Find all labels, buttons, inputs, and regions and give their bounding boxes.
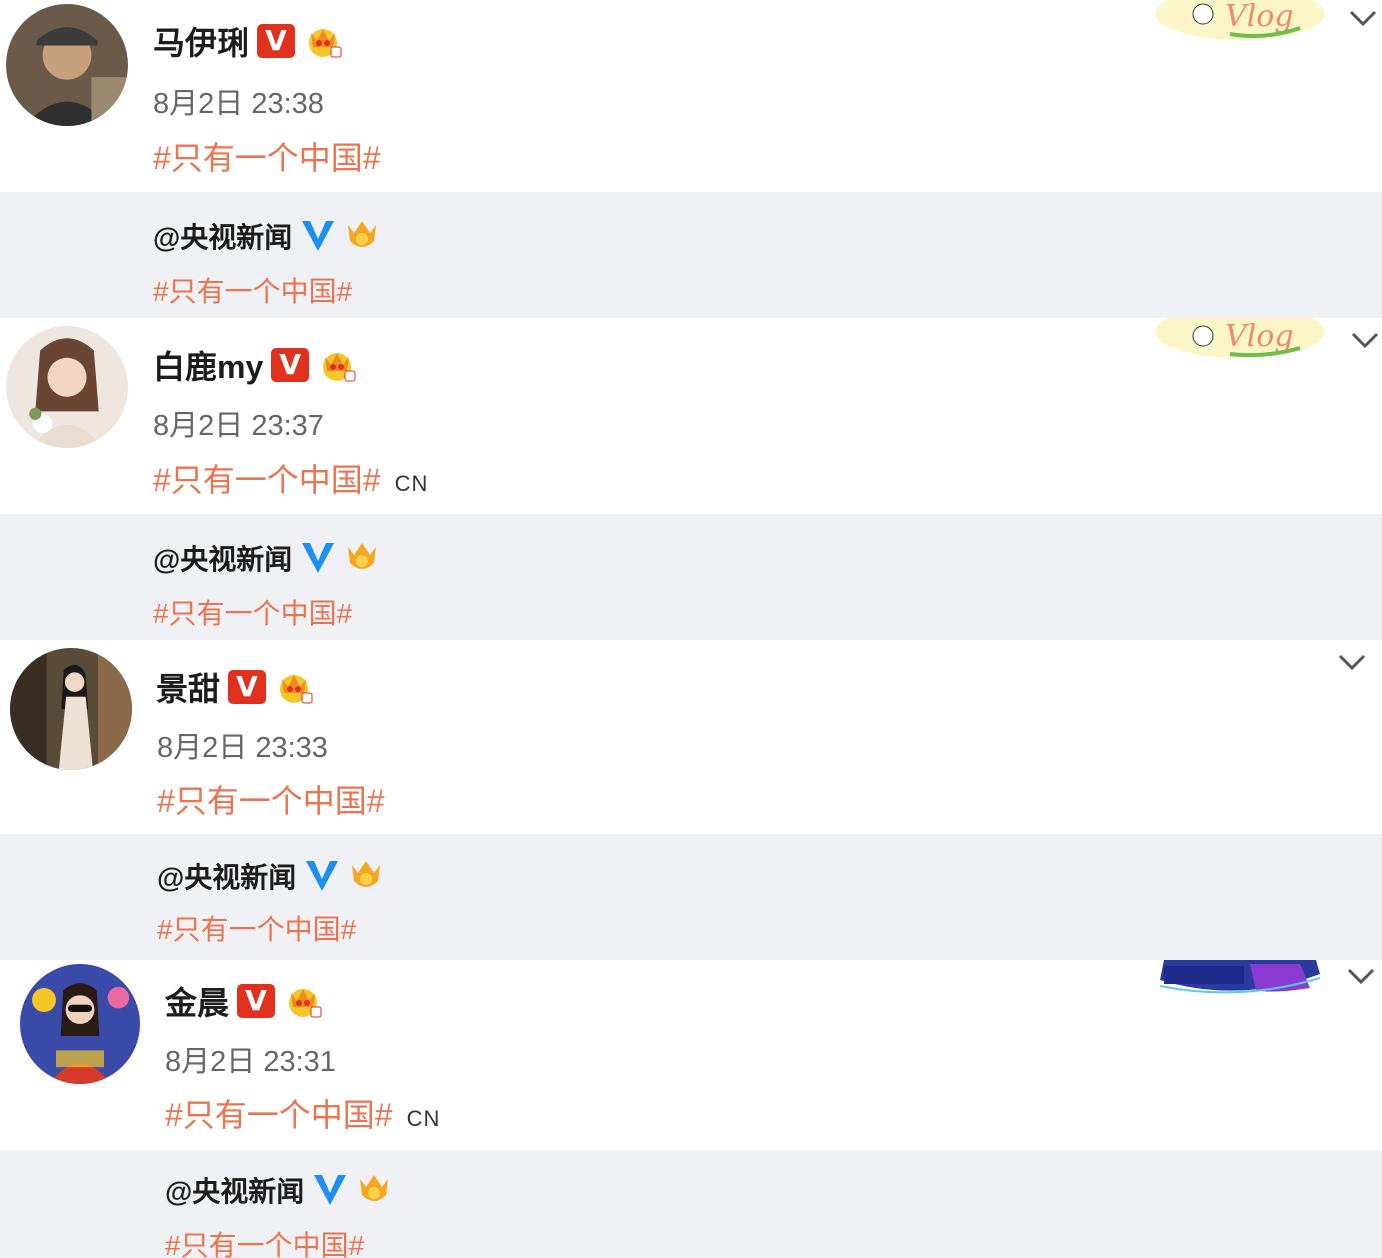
hashtag-text[interactable]: #只有一个中国# xyxy=(165,1090,393,1136)
cn-suffix: CN xyxy=(406,1106,441,1131)
repost-hashtag[interactable]: #只有一个中国# xyxy=(157,908,356,948)
blue-v-verified-icon xyxy=(306,861,339,891)
repost-author[interactable]: @央视新闻 xyxy=(153,216,380,256)
repost-author-label: @央视新闻 xyxy=(157,862,297,893)
gold-badge-icon xyxy=(360,1175,389,1201)
author-label: 金晨 xyxy=(165,985,230,1021)
member-crown-icon xyxy=(280,675,313,704)
verified-v-badge-icon: V xyxy=(228,670,267,704)
repost-card[interactable]: @央视新闻 #只有一个中国# xyxy=(0,1150,1382,1258)
avatar[interactable] xyxy=(6,4,128,126)
repost-hashtag[interactable]: #只有一个中国# xyxy=(165,1224,364,1258)
post-time[interactable]: 8月2日 23:37 xyxy=(153,402,324,444)
repost-author[interactable]: @央视新闻 xyxy=(165,1170,392,1210)
repost-author-label: @央视新闻 xyxy=(153,222,293,253)
chevron-down-icon[interactable] xyxy=(1346,966,1376,986)
blue-v-verified-icon xyxy=(314,1175,347,1205)
hashtag-text[interactable]: #只有一个中国# xyxy=(153,455,381,501)
member-crown-icon xyxy=(289,989,322,1018)
repost-hashtag[interactable]: #只有一个中国# xyxy=(153,592,352,632)
post-time[interactable]: 8月2日 23:33 xyxy=(157,724,328,766)
post-card: 金晨 V 8月2日 23:31 #只有一个中国# CN xyxy=(0,960,1382,1150)
svg-text:Vlog: Vlog xyxy=(1225,319,1294,354)
verified-v-badge-icon: V xyxy=(271,348,310,382)
repost-author-label: @央视新闻 xyxy=(153,544,293,575)
repost-card[interactable]: @央视新闻 #只有一个中国# xyxy=(0,834,1382,960)
author-label: 景甜 xyxy=(156,671,221,707)
post-card: 白鹿my V 8月2日 23:37 #只有一个中国# CN Vlog xyxy=(0,318,1382,514)
svg-text:Vlog: Vlog xyxy=(1225,0,1294,34)
gold-badge-icon xyxy=(348,543,377,569)
hashtag-link[interactable]: #只有一个中国# xyxy=(157,776,385,822)
member-crown-icon xyxy=(309,29,342,58)
member-crown-icon xyxy=(323,353,356,382)
chevron-down-icon[interactable] xyxy=(1350,330,1380,350)
author-name[interactable]: 景甜 V xyxy=(156,664,314,710)
verified-v-badge-icon: V xyxy=(257,24,296,58)
hashtag-text[interactable]: #只有一个中国# xyxy=(153,133,381,179)
chevron-down-icon[interactable] xyxy=(1337,652,1367,672)
post-time[interactable]: 8月2日 23:31 xyxy=(165,1038,336,1080)
avatar[interactable] xyxy=(10,648,132,770)
hashtag-link[interactable]: #只有一个中国# CN xyxy=(153,455,428,501)
repost-hashtag[interactable]: #只有一个中国# xyxy=(153,270,352,310)
carnival-banner-sticker-icon xyxy=(1160,960,1321,994)
repost-card[interactable]: @央视新闻 #只有一个中国# xyxy=(0,514,1382,640)
hashtag-link[interactable]: #只有一个中国# xyxy=(153,133,381,179)
post-card: 马伊琍 V 8月2日 23:38 #只有一个中国# Vlog xyxy=(0,0,1382,192)
author-name[interactable]: 白鹿my V xyxy=(153,342,357,388)
avatar[interactable] xyxy=(20,964,140,1084)
post-card: 景甜 V 8月2日 23:33 #只有一个中国# xyxy=(0,640,1382,834)
repost-card[interactable]: @央视新闻 #只有一个中国# xyxy=(0,192,1382,318)
author-label: 白鹿my xyxy=(153,349,264,385)
repost-author[interactable]: @央视新闻 xyxy=(153,538,380,578)
vlog-sticker-icon: Vlog xyxy=(1155,0,1325,40)
repost-author[interactable]: @央视新闻 xyxy=(157,856,384,896)
repost-author-label: @央视新闻 xyxy=(165,1176,305,1207)
gold-badge-icon xyxy=(352,861,381,887)
author-label: 马伊琍 xyxy=(153,25,250,61)
author-name[interactable]: 金晨 V xyxy=(165,978,323,1024)
author-name[interactable]: 马伊琍 V xyxy=(153,18,343,64)
blue-v-verified-icon xyxy=(302,221,335,251)
verified-v-badge-icon: V xyxy=(237,984,276,1018)
hashtag-link[interactable]: #只有一个中国# CN xyxy=(165,1090,440,1136)
cn-suffix: CN xyxy=(394,471,429,496)
blue-v-verified-icon xyxy=(302,543,335,573)
post-time[interactable]: 8月2日 23:38 xyxy=(153,80,324,122)
chevron-down-icon[interactable] xyxy=(1348,8,1378,28)
gold-badge-icon xyxy=(348,221,377,247)
avatar[interactable] xyxy=(6,326,128,448)
hashtag-text[interactable]: #只有一个中国# xyxy=(157,776,385,822)
vlog-sticker-icon: Vlog xyxy=(1155,318,1325,358)
